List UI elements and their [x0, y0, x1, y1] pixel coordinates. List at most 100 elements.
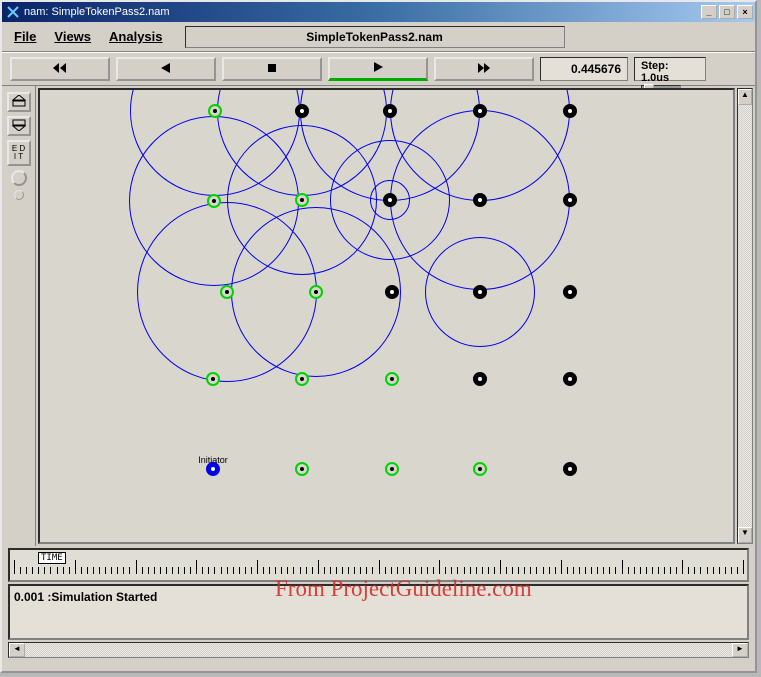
timeline-tick [646, 567, 647, 574]
timeline-tick [342, 567, 343, 574]
menu-views[interactable]: Views [48, 27, 97, 46]
scroll-track-v[interactable] [738, 105, 752, 527]
timeline-tick [208, 567, 209, 574]
scroll-left-button[interactable]: ◄ [9, 643, 25, 657]
close-button[interactable]: × [737, 5, 753, 19]
timeline-tick [245, 567, 246, 574]
node-15[interactable] [473, 462, 487, 476]
node-18[interactable] [473, 193, 487, 207]
timeline-tick [330, 567, 331, 574]
timeline-tick [129, 567, 130, 574]
timeline-tick [63, 567, 64, 574]
timeline-tick [470, 567, 471, 574]
timeline-tick [694, 567, 695, 574]
step-display[interactable]: Step: 1.0us [634, 57, 706, 81]
timeline-tick [609, 567, 610, 574]
node-22[interactable] [563, 285, 577, 299]
timeline-tick [682, 560, 683, 574]
filename-text: SimpleTokenPass2.nam [306, 30, 443, 44]
timeline-tick [227, 567, 228, 574]
minimize-button[interactable]: _ [701, 5, 717, 19]
step-back-icon [158, 62, 174, 77]
node-4[interactable] [208, 104, 222, 118]
node-dot [314, 290, 318, 294]
timeline-tick [725, 567, 726, 574]
node-23[interactable] [563, 193, 577, 207]
node-5[interactable] [295, 462, 309, 476]
node-20[interactable] [563, 462, 577, 476]
node-21[interactable] [563, 372, 577, 386]
timeline-tick [57, 567, 58, 574]
node-11[interactable] [385, 372, 399, 386]
timeline-tick [573, 567, 574, 574]
scroll-down-button[interactable]: ▼ [738, 527, 752, 543]
scroll-track-h[interactable] [25, 643, 732, 657]
app-icon [6, 5, 20, 19]
timeline-tick [136, 560, 137, 574]
tool-circle-large[interactable] [11, 170, 27, 186]
timeline-tick [318, 560, 319, 574]
edit-button[interactable]: E D I T [7, 140, 31, 166]
timeline-tick [81, 567, 82, 574]
node-3[interactable] [207, 194, 221, 208]
timeline-tick [464, 567, 465, 574]
vertical-scrollbar[interactable]: ▲ ▼ [737, 88, 753, 544]
canvas-area[interactable]: Initiator [38, 88, 735, 544]
timeline-tick [300, 567, 301, 574]
timeline-tick [87, 567, 88, 574]
node-dot [300, 467, 304, 471]
node-9[interactable] [295, 104, 309, 118]
node-17[interactable] [473, 285, 487, 299]
timeline-ruler[interactable] [14, 556, 743, 574]
scroll-right-button[interactable]: ► [732, 643, 748, 657]
zoom-in-icon [11, 95, 27, 109]
node-2[interactable] [220, 285, 234, 299]
node-dot [300, 377, 304, 381]
timeline-tick [713, 567, 714, 574]
node-dot [478, 290, 482, 294]
timeline-tick [190, 567, 191, 574]
timeline-tick [312, 567, 313, 574]
timeline-tick [494, 567, 495, 574]
fast-forward-icon [476, 62, 492, 77]
scroll-up-button[interactable]: ▲ [738, 89, 752, 105]
node-24[interactable] [563, 104, 577, 118]
node-12[interactable] [385, 285, 399, 299]
menu-file[interactable]: File [8, 27, 42, 46]
node-dot [300, 109, 304, 113]
timeline-tick [664, 567, 665, 574]
timeline-tick [111, 567, 112, 574]
node-16[interactable] [473, 372, 487, 386]
node-dot [478, 377, 482, 381]
node-19[interactable] [473, 104, 487, 118]
stop-button[interactable] [222, 57, 322, 81]
timeline-tick [202, 567, 203, 574]
horizontal-scrollbar[interactable]: ◄ ► [8, 642, 749, 658]
menu-analysis[interactable]: Analysis [103, 27, 168, 46]
step-back-button[interactable] [116, 57, 216, 81]
node-6[interactable] [295, 372, 309, 386]
step-label: Step: 1.0us [641, 60, 669, 84]
zoom-in-button[interactable] [7, 92, 31, 112]
node-13[interactable] [383, 193, 397, 207]
node-dot [388, 109, 392, 113]
play-button[interactable] [328, 57, 428, 81]
node-1[interactable] [206, 372, 220, 386]
simulation-canvas[interactable]: Initiator [40, 90, 733, 542]
timeline-tick [391, 567, 392, 574]
log-line: 0.001 :Simulation Started [14, 590, 157, 604]
zoom-out-button[interactable] [7, 116, 31, 136]
rewind-button[interactable] [10, 57, 110, 81]
timeline-tick [500, 560, 501, 574]
timeline-tick [549, 567, 550, 574]
node-7[interactable] [309, 285, 323, 299]
fast-forward-button[interactable] [434, 57, 534, 81]
node-10[interactable] [385, 462, 399, 476]
node-8[interactable] [295, 193, 309, 207]
timeline-tick [603, 567, 604, 574]
timeline-tick [251, 567, 252, 574]
maximize-button[interactable]: □ [719, 5, 735, 19]
timeline[interactable]: TIME [8, 548, 749, 582]
tool-circle-small[interactable] [14, 190, 24, 200]
node-14[interactable] [383, 104, 397, 118]
